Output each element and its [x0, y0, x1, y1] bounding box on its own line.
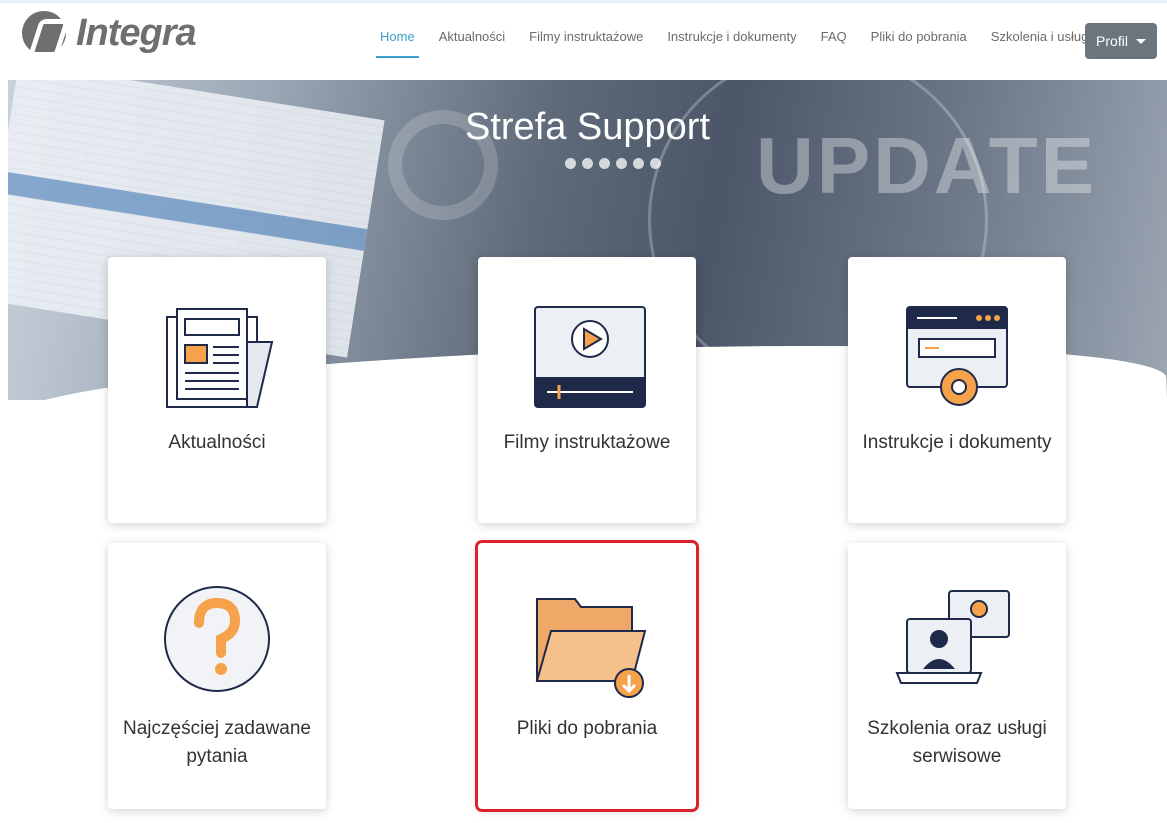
card-instrukcje-i-dokumenty[interactable]: Instrukcje i dokumenty [848, 257, 1066, 523]
dot [616, 158, 627, 169]
caret-down-icon [1135, 38, 1146, 44]
profile-dropdown-button[interactable]: Profil [1085, 23, 1157, 59]
card-pliki-do-pobrania[interactable]: Pliki do pobrania [475, 540, 699, 812]
dot [650, 158, 661, 169]
nav-pliki-do-pobrania[interactable]: Pliki do pobrania [871, 29, 967, 58]
nav-szkolenia-i-uslugi[interactable]: Szkolenia i usługi [991, 29, 1091, 58]
hero-dots [565, 158, 667, 169]
card-label: Filmy instruktażowe [503, 432, 671, 453]
card-label: Aktualności [168, 432, 266, 453]
card-faq[interactable]: Najczęściej zadawane pytania [108, 543, 326, 809]
nav-home[interactable]: Home [376, 29, 419, 58]
question-mark-icon [164, 586, 270, 692]
folder-download-icon [535, 598, 647, 698]
nav-filmy-instruktazowe[interactable]: Filmy instruktażowe [529, 29, 643, 58]
card-label: Instrukcje i dokumenty [862, 432, 1052, 453]
top-navbar: Integra Home Aktualności Filmy instrukta… [0, 0, 1167, 80]
card-label: Szkolenia oraz usługi serwisowe [867, 718, 1047, 767]
card-aktualnosci[interactable]: Aktualności [108, 257, 326, 523]
brand-name: Integra [76, 11, 197, 54]
dot [565, 158, 576, 169]
nav-instrukcje-i-dokumenty[interactable]: Instrukcje i dokumenty [667, 29, 796, 58]
profile-label: Profil [1096, 33, 1128, 49]
training-service-icon [895, 590, 1010, 684]
dot [633, 158, 644, 169]
integra-logo-icon [22, 11, 66, 55]
nav-faq[interactable]: FAQ [821, 29, 847, 58]
browser-gear-icon [906, 306, 1008, 406]
card-label: Pliki do pobrania [516, 718, 658, 739]
main-nav: Home Aktualności Filmy instruktażowe Ins… [376, 29, 1115, 58]
video-player-icon [534, 306, 646, 408]
dot [582, 158, 593, 169]
brand-logo[interactable]: Integra [22, 11, 197, 55]
nav-aktualnosci[interactable]: Aktualności [439, 29, 505, 58]
card-szkolenia-i-uslugi[interactable]: Szkolenia oraz usługi serwisowe [848, 543, 1066, 809]
card-label: Najczęściej zadawane pytania [123, 718, 311, 767]
dot [599, 158, 610, 169]
newspaper-icon [166, 308, 274, 408]
hero-title: Strefa Support [464, 106, 711, 148]
card-filmy-instruktazowe[interactable]: Filmy instruktażowe [478, 257, 696, 523]
